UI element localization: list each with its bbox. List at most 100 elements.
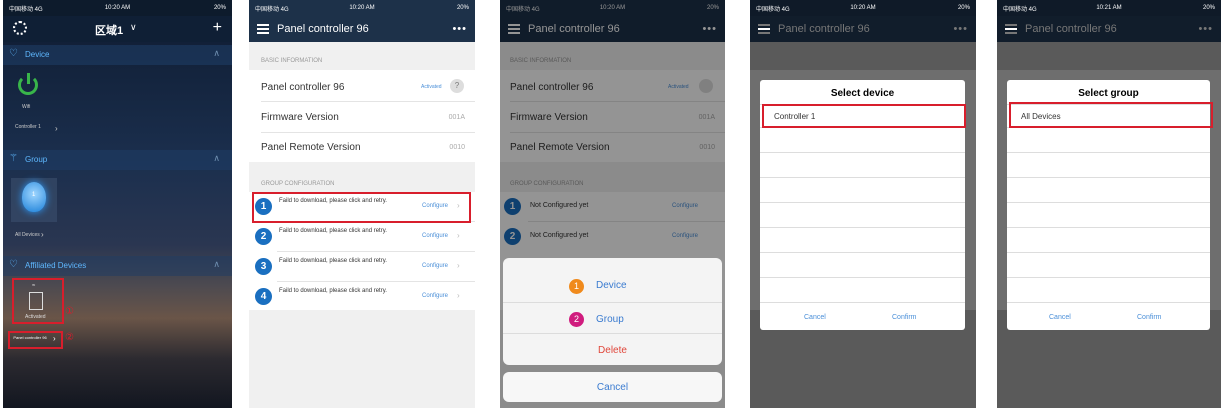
remote-version-value: 0010 <box>449 144 465 151</box>
divider <box>1007 177 1210 178</box>
bulb-icon: ♡ <box>9 259 18 270</box>
sheet-group-label: Group <box>596 314 624 325</box>
divider <box>760 277 965 278</box>
affiliated-section-header[interactable]: ♡ Affiliated Devices ∧ <box>3 256 232 276</box>
status-bar: 中国移动 4G 10:21 AM 20% <box>997 0 1221 16</box>
divider <box>760 252 965 253</box>
firmware-value: 001A <box>448 114 465 121</box>
collapse-icon[interactable]: ∧ <box>213 259 220 270</box>
affiliated-device-tile[interactable]: ≈ Activated <box>17 282 57 322</box>
sheet-device-label: Device <box>596 280 627 291</box>
divider <box>760 177 965 178</box>
panel-status: Activated <box>421 84 442 90</box>
affiliated-section-label: Affiliated Devices <box>25 261 87 270</box>
divider <box>261 101 475 102</box>
row-number-badge: 4 <box>255 288 272 305</box>
carrier-text: 中国移动 4G <box>255 6 289 13</box>
remote-version-label: Panel Remote Version <box>261 142 361 153</box>
menu-icon[interactable] <box>1005 24 1017 34</box>
configure-link[interactable]: Configure <box>422 233 448 239</box>
chevron-right-icon: › <box>55 124 58 133</box>
row-1-highlight <box>252 192 471 223</box>
collapse-icon[interactable]: ∧ <box>213 48 220 59</box>
divider <box>760 202 965 203</box>
device-tile[interactable]: Wifi <box>13 73 43 115</box>
more-icon[interactable]: ••• <box>452 23 467 35</box>
divider <box>1007 302 1210 303</box>
status-bar: 中国移动 4G 10:20 AM 20% <box>3 0 232 16</box>
status-bar: 中国移动 4G 10:20 AM 20% <box>249 0 475 16</box>
panel-name[interactable]: Panel controller 96 <box>12 335 48 340</box>
status-bar: 中国移动 4G 10:20 AM 20% <box>750 0 976 16</box>
config-row[interactable]: 3 Faild to download, please click and re… <box>249 252 475 281</box>
clock-text: 10:20 AM <box>850 5 876 11</box>
chevron-right-icon: › <box>457 261 460 270</box>
marker-2: ② <box>65 332 74 343</box>
config-row[interactable]: 4 Faild to download, please click and re… <box>249 282 475 310</box>
group-option-highlight <box>1009 102 1213 128</box>
device-status: Wifi <box>22 104 31 110</box>
battery-text: 20% <box>1203 5 1216 11</box>
device-name[interactable]: Controller 1 <box>15 124 55 131</box>
gear-icon[interactable] <box>13 21 27 35</box>
add-icon[interactable]: + <box>213 19 222 37</box>
zone-title[interactable]: 区域1 <box>95 22 123 38</box>
more-icon[interactable]: ••• <box>1198 23 1213 35</box>
row-text: Faild to download, please click and retr… <box>279 258 387 264</box>
dialog-title: Select device <box>830 88 895 99</box>
clock-text: 10:21 AM <box>1096 5 1122 11</box>
delete-button[interactable]: Delete <box>503 345 722 356</box>
group-name[interactable]: All Devices <box>15 232 40 238</box>
battery-text: 20% <box>213 5 226 11</box>
divider <box>503 302 722 303</box>
configure-link[interactable]: Configure <box>422 293 448 299</box>
chevron-right-icon: › <box>41 230 44 239</box>
cancel-button[interactable]: Cancel <box>804 314 826 321</box>
action-sheet: 1 Device 2 Group Delete <box>503 258 722 365</box>
group-tile[interactable]: 1 <box>11 178 57 222</box>
cancel-button[interactable]: Cancel <box>1049 314 1071 321</box>
chevron-right-icon: › <box>457 291 460 300</box>
nav-bar: Panel controller 96 ••• <box>997 16 1221 42</box>
divider <box>760 302 965 303</box>
clock-text: 10:20 AM <box>349 5 375 11</box>
group-section-header[interactable]: ⚚ Group ∧ <box>3 150 232 170</box>
nav-title: Panel controller 96 <box>1025 23 1117 35</box>
panel-icon <box>29 292 43 310</box>
help-icon[interactable]: ? <box>450 79 464 93</box>
power-icon-bar <box>27 73 30 84</box>
menu-icon[interactable] <box>758 24 770 34</box>
menu-icon[interactable] <box>257 24 269 34</box>
divider <box>261 132 475 133</box>
nav-title: Panel controller 96 <box>778 23 870 35</box>
device-section-label: Device <box>25 50 50 59</box>
chevron-down-icon[interactable]: ∨ <box>130 22 137 33</box>
battery-text: 20% <box>456 5 469 11</box>
sheet-group-option[interactable]: 2 Group <box>503 310 722 330</box>
config-row[interactable]: 2 Faild to download, please click and re… <box>249 222 475 251</box>
chevron-right-icon: › <box>53 334 56 343</box>
dialog-title: Select group <box>1078 88 1139 99</box>
confirm-button[interactable]: Confirm <box>892 314 917 321</box>
configure-link[interactable]: Configure <box>422 263 448 269</box>
device-section-header[interactable]: ♡ Device ∧ <box>3 45 232 65</box>
cancel-button[interactable]: Cancel <box>503 382 722 393</box>
divider <box>1007 227 1210 228</box>
firmware-label: Firmware Version <box>261 112 339 123</box>
cancel-sheet: Cancel <box>503 372 722 402</box>
collapse-icon[interactable]: ∧ <box>213 153 220 164</box>
screen-select-group: 中国移动 4G 10:21 AM 20% Panel controller 96… <box>997 0 1221 408</box>
sheet-device-option[interactable]: 1 Device <box>503 276 722 296</box>
divider <box>760 152 965 153</box>
carrier-text: 中国移动 4G <box>756 6 790 13</box>
chevron-right-icon: › <box>457 231 460 240</box>
screen-action-sheet: 中国移动 4G 10:20 AM 20% Panel controller 96… <box>500 0 725 408</box>
divider <box>1007 202 1210 203</box>
basic-info-header: BASIC INFORMATION <box>261 58 323 64</box>
basic-info-group: Panel controller 96 Activated ? Firmware… <box>249 70 475 162</box>
more-icon[interactable]: ••• <box>953 23 968 35</box>
row-text: Faild to download, please click and retr… <box>279 288 387 294</box>
badge-2: 2 <box>569 312 584 327</box>
home-header: 区域1 ∨ + <box>3 16 232 42</box>
confirm-button[interactable]: Confirm <box>1137 314 1162 321</box>
